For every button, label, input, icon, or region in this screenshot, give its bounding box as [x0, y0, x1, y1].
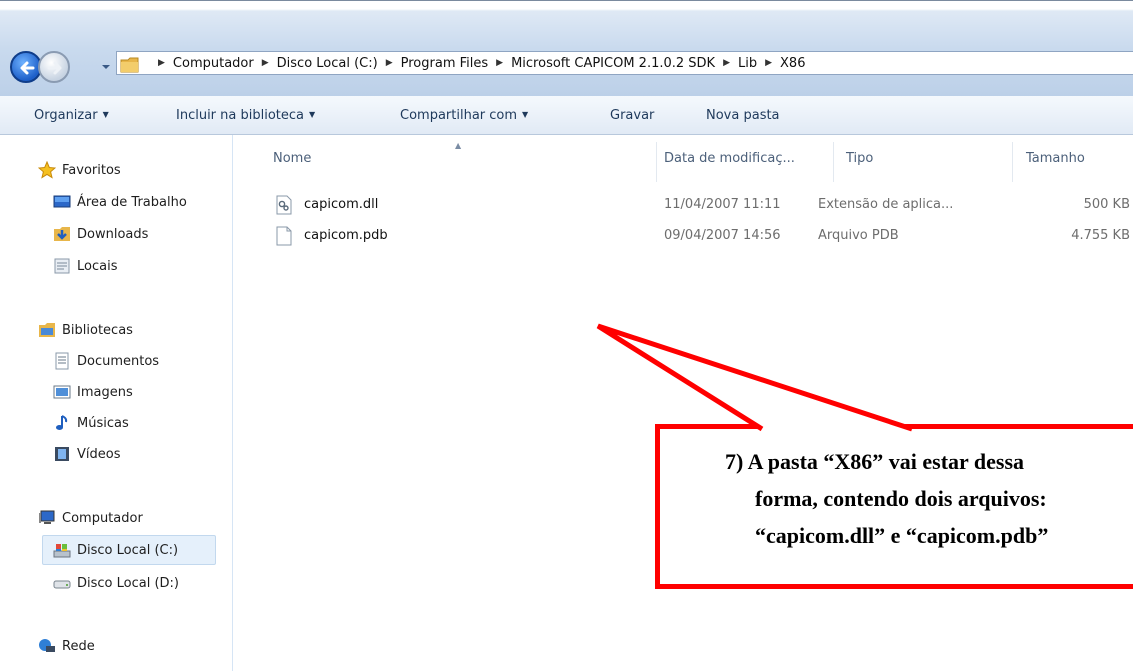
callout-pointer	[596, 323, 913, 432]
